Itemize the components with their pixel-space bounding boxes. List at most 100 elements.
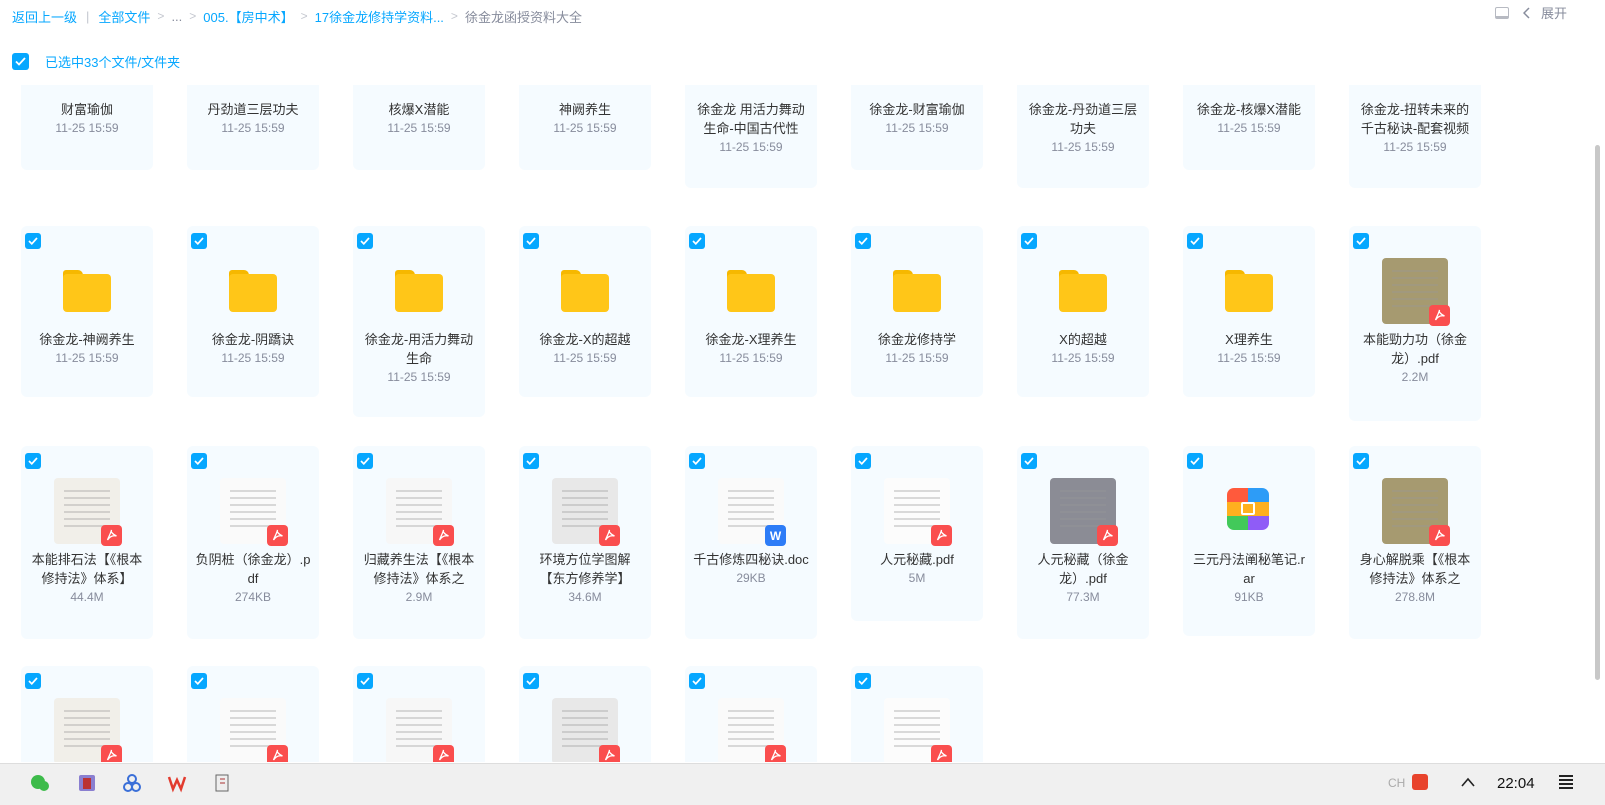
breadcrumb-root[interactable]: 全部文件 — [98, 7, 150, 26]
folder-card[interactable]: 徐金龙-阴蹻诀 11-25 15:59 — [187, 226, 319, 397]
file-meta: 11-25 15:59 — [1217, 121, 1281, 135]
file-card[interactable]: 本能勁力功（徐金龙）.pdf 2.2M — [1349, 226, 1481, 421]
breadcrumb-ellipsis[interactable]: ... — [171, 9, 182, 24]
item-checkbox[interactable] — [357, 233, 373, 249]
file-card[interactable] — [21, 666, 153, 762]
chevron-right-icon: > — [300, 9, 308, 23]
folder-card[interactable]: 徐金龙-扭转未来的千古秘诀-配套视频 11-25 15:59 — [1349, 85, 1481, 188]
item-checkbox[interactable] — [855, 453, 871, 469]
file-name: 徐金龙 用活力舞动生命-中国古代性 — [697, 102, 805, 136]
folder-card[interactable]: 徐金龙-核爆X潜能 11-25 15:59 — [1183, 85, 1315, 170]
file-card[interactable]: 人元秘藏.pdf 5M — [851, 446, 983, 621]
file-name: 徐金龙-丹劲道三层功夫 — [1028, 102, 1138, 136]
file-name: 徐金龙-X的超越 — [539, 332, 631, 347]
thumbnail — [884, 258, 950, 324]
item-checkbox[interactable] — [689, 453, 705, 469]
file-card[interactable]: 环境方位学图解【东方修养学】 34.6M — [519, 446, 651, 639]
file-card[interactable] — [519, 666, 651, 762]
file-card[interactable]: 负阴桩（徐金龙）.pdf 274KB — [187, 446, 319, 639]
file-card[interactable]: W 千古修炼四秘诀.doc 29KB — [685, 446, 817, 639]
pdf-icon — [267, 525, 288, 546]
thumbnail — [54, 258, 120, 324]
item-checkbox[interactable] — [1353, 453, 1369, 469]
pdf-icon — [433, 745, 454, 762]
item-checkbox[interactable] — [689, 673, 705, 689]
wechat-icon[interactable] — [30, 773, 50, 793]
item-checkbox[interactable] — [855, 673, 871, 689]
item-checkbox[interactable] — [1021, 233, 1037, 249]
file-meta: 11-25 15:59 — [719, 140, 783, 154]
expand-button[interactable]: 展开 — [1522, 3, 1567, 22]
cloud-app-icon[interactable] — [122, 773, 142, 793]
back-link[interactable]: 返回上一级 — [12, 7, 77, 26]
folder-card[interactable]: X的超越 11-25 15:59 — [1017, 226, 1149, 397]
folder-card[interactable]: 徐金龙修持学 11-25 15:59 — [851, 226, 983, 397]
check-icon — [28, 677, 38, 685]
item-checkbox[interactable] — [25, 453, 41, 469]
item-checkbox[interactable] — [25, 673, 41, 689]
folder-card[interactable]: 徐金龙-财富瑜伽 11-25 15:59 — [851, 85, 983, 170]
input-method-icon[interactable] — [1410, 772, 1430, 792]
item-checkbox[interactable] — [191, 453, 207, 469]
file-card[interactable]: 三元丹法阐秘笔记.rar 91KB — [1183, 446, 1315, 636]
file-card[interactable]: 人元秘藏（徐金龙）.pdf 77.3M — [1017, 446, 1149, 639]
check-icon — [194, 457, 204, 465]
notification-icon[interactable] — [1557, 774, 1575, 790]
item-checkbox[interactable] — [357, 453, 373, 469]
thumbnail — [1382, 258, 1450, 326]
check-icon — [692, 237, 702, 245]
folder-card[interactable]: 神阙养生 11-25 15:59 — [519, 85, 651, 170]
file-card[interactable] — [353, 666, 485, 762]
layout-icon[interactable] — [1494, 6, 1509, 19]
item-checkbox[interactable] — [523, 673, 539, 689]
folder-card[interactable]: 徐金龙 用活力舞动生命-中国古代性 11-25 15:59 — [685, 85, 817, 188]
thumbnail — [884, 478, 952, 546]
folder-card[interactable]: 财富瑜伽 11-25 15:59 — [21, 85, 153, 170]
notepad-icon[interactable] — [212, 773, 232, 793]
wps-icon[interactable] — [167, 773, 187, 793]
item-checkbox[interactable] — [1187, 233, 1203, 249]
file-card[interactable]: 本能排石法【《根本修持法》体系】 44.4M — [21, 446, 153, 639]
pdf-icon — [599, 525, 620, 546]
item-checkbox[interactable] — [689, 233, 705, 249]
pdf-icon — [101, 525, 122, 546]
folder-card[interactable]: X理养生 11-25 15:59 — [1183, 226, 1315, 397]
breadcrumb-folder-1[interactable]: 005.【房中术】 — [203, 7, 293, 26]
ime-indicator[interactable]: CH — [1388, 776, 1405, 790]
files-app-icon[interactable] — [77, 773, 97, 793]
file-card[interactable]: 归藏养生法【《根本修持法》体系之 2.9M — [353, 446, 485, 639]
item-checkbox[interactable] — [523, 233, 539, 249]
item-checkbox[interactable] — [25, 233, 41, 249]
check-icon — [526, 457, 536, 465]
file-card[interactable] — [851, 666, 983, 762]
chevron-up-icon[interactable] — [1460, 776, 1476, 788]
folder-card[interactable]: 徐金龙-丹劲道三层功夫 11-25 15:59 — [1017, 85, 1149, 188]
file-meta: 11-25 15:59 — [1051, 140, 1115, 154]
item-checkbox[interactable] — [1353, 233, 1369, 249]
item-checkbox[interactable] — [1187, 453, 1203, 469]
item-checkbox[interactable] — [357, 673, 373, 689]
folder-card[interactable]: 核爆X潜能 11-25 15:59 — [353, 85, 485, 170]
folder-card[interactable]: 徐金龙-神阙养生 11-25 15:59 — [21, 226, 153, 397]
file-name: 身心解脱乘【《根本修持法》体系之 — [1359, 552, 1471, 586]
thumbnail — [552, 698, 620, 762]
item-checkbox[interactable] — [191, 233, 207, 249]
folder-card[interactable]: 徐金龙-X的超越 11-25 15:59 — [519, 226, 651, 397]
item-checkbox[interactable] — [855, 233, 871, 249]
file-card[interactable] — [685, 666, 817, 762]
folder-icon — [229, 270, 277, 312]
item-checkbox[interactable] — [1021, 453, 1037, 469]
folder-card[interactable]: 徐金龙-X理养生 11-25 15:59 — [685, 226, 817, 397]
folder-card[interactable]: 丹劲道三层功夫 11-25 15:59 — [187, 85, 319, 170]
scrollbar[interactable] — [1595, 145, 1600, 680]
file-card[interactable] — [187, 666, 319, 762]
item-checkbox[interactable] — [523, 453, 539, 469]
thumbnail — [1382, 478, 1450, 546]
breadcrumb-folder-2[interactable]: 17徐金龙修持学资料... — [315, 7, 444, 26]
folder-card[interactable]: 徐金龙-用活力舞动生命 11-25 15:59 — [353, 226, 485, 417]
folder-icon — [727, 270, 775, 312]
select-all-checkbox[interactable] — [12, 53, 29, 70]
pdf-icon — [599, 745, 620, 762]
item-checkbox[interactable] — [191, 673, 207, 689]
file-card[interactable]: 身心解脱乘【《根本修持法》体系之 278.8M — [1349, 446, 1481, 639]
